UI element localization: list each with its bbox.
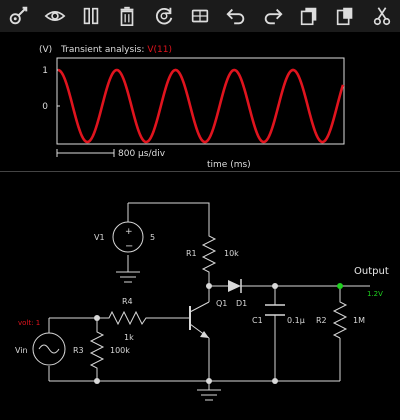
pause-button[interactable] (76, 1, 106, 31)
view-button[interactable] (40, 1, 70, 31)
node-ground-c1[interactable] (272, 378, 278, 384)
r1-label: R1 (186, 249, 197, 258)
y-tick-0: 0 (42, 102, 48, 112)
d1-diode[interactable] (228, 279, 249, 293)
pause-icon (83, 7, 99, 25)
r2-resistor[interactable] (332, 298, 348, 339)
series-line-v11 (57, 68, 345, 144)
v1-plus-sign: + (125, 227, 133, 237)
r4-label: R4 (122, 297, 133, 306)
cut-scissors-icon (373, 7, 390, 26)
rotate-view-icon (191, 9, 209, 23)
output-voltage: 1.2V (367, 290, 383, 298)
node-c1-top[interactable] (272, 283, 278, 289)
cut-button[interactable] (367, 1, 397, 31)
output-label: Output (354, 266, 389, 277)
r3-label: R3 (73, 346, 84, 355)
scope-signal-label: V(11) (147, 45, 172, 55)
r4-resistor[interactable] (105, 310, 150, 326)
q1-transistor[interactable] (189, 301, 210, 339)
v1-minus-sign: − (125, 241, 133, 252)
c1-value: 0.1µ (287, 316, 305, 325)
settings-wrench-icon (9, 6, 28, 25)
time-scale-label: 800 µs/div (118, 149, 166, 159)
rotate-button[interactable] (185, 1, 215, 31)
r1-value: 10k (224, 249, 239, 258)
reset-icon (155, 7, 172, 25)
node-ground-emitter[interactable] (206, 378, 212, 384)
y-tick-1: 1 (42, 66, 48, 76)
transient-plot[interactable]: (V) Transient analysis: V(11) 1 0 800 µs/… (0, 32, 400, 172)
vin-probe-label: volt: 1 (18, 319, 40, 327)
copy-icon (300, 7, 317, 26)
circuit-canvas[interactable]: + − V1 5 R1 10k Q1 D1 C1 0.1µ R2 1M R4 1… (0, 172, 400, 420)
v1-label: V1 (94, 233, 105, 242)
undo-icon (226, 8, 245, 25)
delete-button[interactable] (112, 1, 142, 31)
r1-resistor[interactable] (201, 232, 217, 275)
scope-title: Transient analysis: V(11) (60, 45, 172, 55)
node-vin-top[interactable] (94, 315, 100, 321)
main-ground-symbol (197, 389, 221, 401)
c1-capacitor[interactable] (265, 304, 285, 316)
redo-icon (264, 8, 283, 25)
r2-label: R2 (316, 316, 327, 325)
settings-button[interactable] (3, 1, 33, 31)
r4-value: 1k (124, 333, 134, 342)
v1-ground-symbol (116, 271, 140, 283)
toolbar (0, 0, 400, 32)
plot-frame (56, 57, 345, 145)
node-output[interactable] (337, 283, 343, 289)
node-ground-r3[interactable] (94, 378, 100, 384)
trash-icon (120, 6, 134, 26)
d1-label: D1 (236, 299, 247, 308)
x-axis-label: time (ms) (207, 160, 251, 170)
redo-button[interactable] (258, 1, 288, 31)
q1-label: Q1 (216, 299, 227, 308)
vin-label: Vin (15, 346, 28, 355)
y-unit-label: (V) (39, 45, 52, 55)
v1-value: 5 (150, 233, 155, 242)
vin-sine-icon (38, 344, 60, 354)
view-eye-icon (44, 11, 65, 21)
reset-button[interactable] (149, 1, 179, 31)
copy-button[interactable] (294, 1, 324, 31)
r2-value: 1M (353, 316, 365, 325)
scope-title-label: Transient analysis: (60, 45, 144, 55)
node-collector[interactable] (206, 283, 212, 289)
r3-value: 100k (110, 346, 130, 355)
r3-resistor[interactable] (89, 328, 105, 371)
undo-button[interactable] (221, 1, 251, 31)
paste-button[interactable] (330, 1, 360, 31)
paste-icon (337, 7, 353, 26)
c1-label: C1 (252, 316, 263, 325)
